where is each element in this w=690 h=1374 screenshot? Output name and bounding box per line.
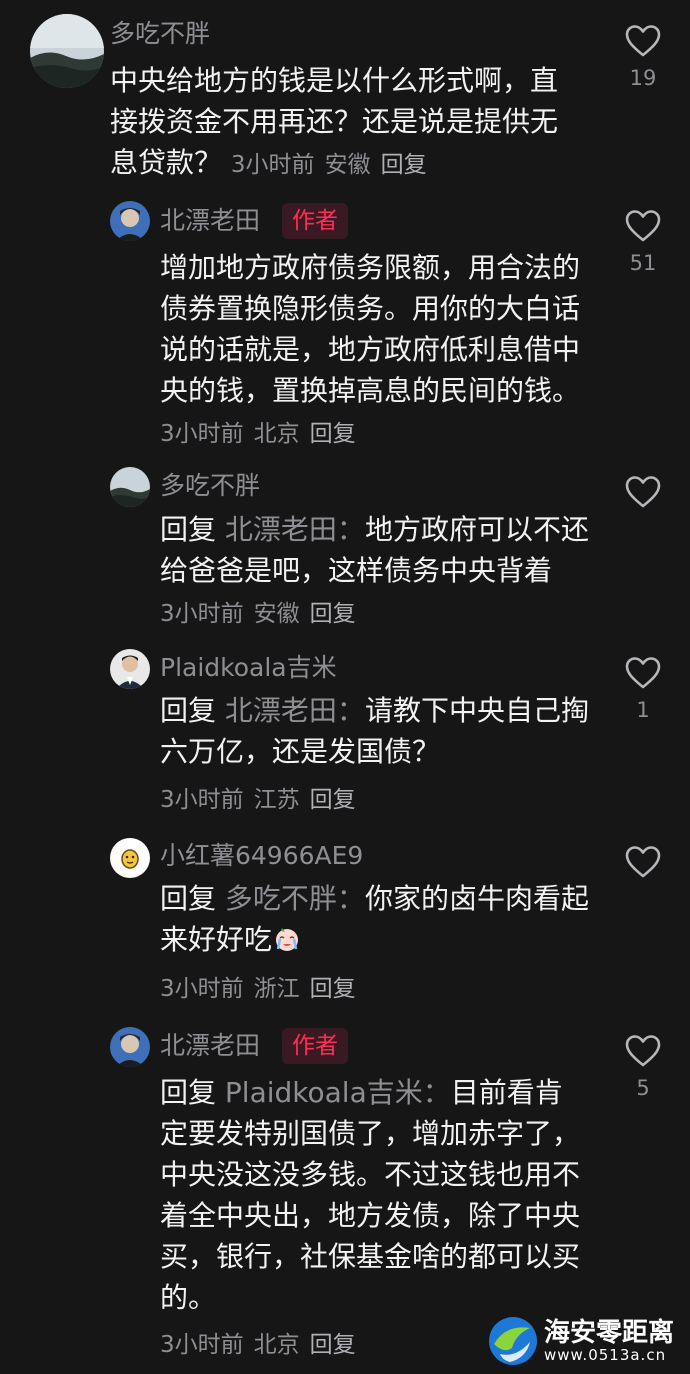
reply-target[interactable]: Plaidkoala吉米： (225, 1076, 451, 1109)
like-count: 5 (636, 1076, 650, 1100)
heart-icon (625, 846, 661, 878)
globe-logo-icon (489, 1317, 537, 1365)
comment-username[interactable]: 北漂老田 (160, 1029, 260, 1063)
heart-icon (625, 657, 661, 689)
reply-button[interactable]: 回复 (310, 976, 356, 1002)
avatar[interactable] (110, 649, 150, 689)
crying-emoji-icon (272, 923, 302, 953)
avatar[interactable] (110, 1027, 150, 1067)
comment-time: 3小时前 (160, 1332, 244, 1358)
heart-icon (625, 210, 661, 242)
comment-meta: 3小时前 浙江 回复 (160, 969, 356, 1003)
reply-button[interactable]: 回复 (381, 152, 427, 178)
like-button[interactable]: 1 (620, 656, 666, 722)
avatar[interactable] (110, 467, 150, 507)
reply-prefix: 回复 (160, 513, 217, 546)
like-count: 1 (636, 698, 650, 722)
comment-username[interactable]: 多吃不胖 (160, 469, 260, 503)
reply-button[interactable]: 回复 (310, 421, 356, 447)
comment-meta: 3小时前 北京 回复 (160, 421, 356, 447)
reply-button[interactable]: 回复 (310, 787, 356, 813)
watermark-logo: 海安零距离 www.0513a.cn (486, 1312, 686, 1370)
reply-target[interactable]: 北漂老田： (225, 694, 365, 727)
like-button[interactable] (620, 845, 666, 887)
comment-location: 安徽 (324, 152, 371, 178)
comment-time: 3小时前 (160, 976, 244, 1002)
watermark-subtitle: www.0513a.cn (544, 1346, 667, 1364)
comment-location: 江苏 (253, 787, 300, 813)
reply-button[interactable]: 回复 (310, 1332, 356, 1358)
comment-time: 3小时前 (160, 421, 244, 447)
like-button[interactable] (620, 475, 666, 517)
comment-body: 增加地方政府债务限额，用合法的债券置换隐形债务。用你的大白话说的话就是，地方政府… (160, 247, 590, 455)
like-count: 19 (629, 66, 657, 90)
comment-body: 中央给地方的钱是以什么形式啊，直接拨资金不用再还？还是说是提供无息贷款？ 3小时… (110, 60, 580, 186)
like-button[interactable]: 51 (620, 209, 666, 275)
comment-body: 回复 多吃不胖：你家的卤牛肉看起来好好吃 (160, 878, 590, 960)
author-badge: 作者 (282, 203, 348, 239)
reply-target[interactable]: 多吃不胖： (225, 882, 365, 915)
comment-time: 3小时前 (160, 787, 244, 813)
comment-body: 回复 北漂老田：地方政府可以不还给爸爸是吧，这样债务中央背着 3小时前 安徽 回复 (160, 509, 590, 635)
avatar[interactable] (110, 201, 150, 241)
reply-target[interactable]: 北漂老田： (225, 513, 365, 546)
comment-text: 目前看肯定要发特别国债了，增加赤字了，中央没这没多钱。不过这钱也用不着全中央出，… (160, 1076, 581, 1314)
author-badge: 作者 (282, 1028, 348, 1064)
comment-meta: 3小时前 江苏 回复 (160, 780, 356, 814)
reply-prefix: 回复 (160, 694, 217, 727)
comment-username[interactable]: 多吃不胖 (110, 17, 210, 51)
comment-meta: 3小时前 安徽 回复 (231, 152, 427, 178)
avatar[interactable] (30, 14, 104, 88)
comment-username[interactable]: 北漂老田 (160, 204, 260, 238)
like-button[interactable]: 5 (620, 1034, 666, 1100)
comment-username[interactable]: Plaidkoala吉米 (160, 651, 337, 685)
comment-username[interactable]: 小红薯64966AE9 (160, 839, 363, 873)
like-count: 51 (629, 251, 657, 275)
watermark-title: 海安零距离 (544, 1318, 675, 1348)
comment-location: 安徽 (253, 601, 300, 627)
comment-meta: 3小时前 北京 回复 (160, 1325, 356, 1359)
reply-button[interactable]: 回复 (310, 601, 356, 627)
comment-location: 北京 (253, 421, 300, 447)
comment-text: 增加地方政府债务限额，用合法的债券置换隐形债务。用你的大白话说的话就是，地方政府… (160, 251, 581, 407)
comment-body: 回复 Plaidkoala吉米：目前看肯定要发特别国债了，增加赤字了，中央没这没… (160, 1072, 590, 1318)
reply-prefix: 回复 (160, 1076, 217, 1109)
reply-prefix: 回复 (160, 882, 217, 915)
heart-icon (625, 25, 661, 57)
comment-meta: 3小时前 安徽 回复 (160, 601, 356, 627)
comment-location: 浙江 (253, 976, 300, 1002)
comment-time: 3小时前 (230, 152, 315, 178)
avatar[interactable] (110, 838, 150, 878)
comment-location: 北京 (253, 1332, 300, 1358)
comment-body: 回复 北漂老田：请教下中央自己掏六万亿，还是发国债？ (160, 690, 590, 772)
heart-icon (625, 1035, 661, 1067)
heart-icon (625, 476, 661, 508)
like-button[interactable]: 19 (620, 24, 666, 90)
comment-time: 3小时前 (160, 601, 244, 627)
